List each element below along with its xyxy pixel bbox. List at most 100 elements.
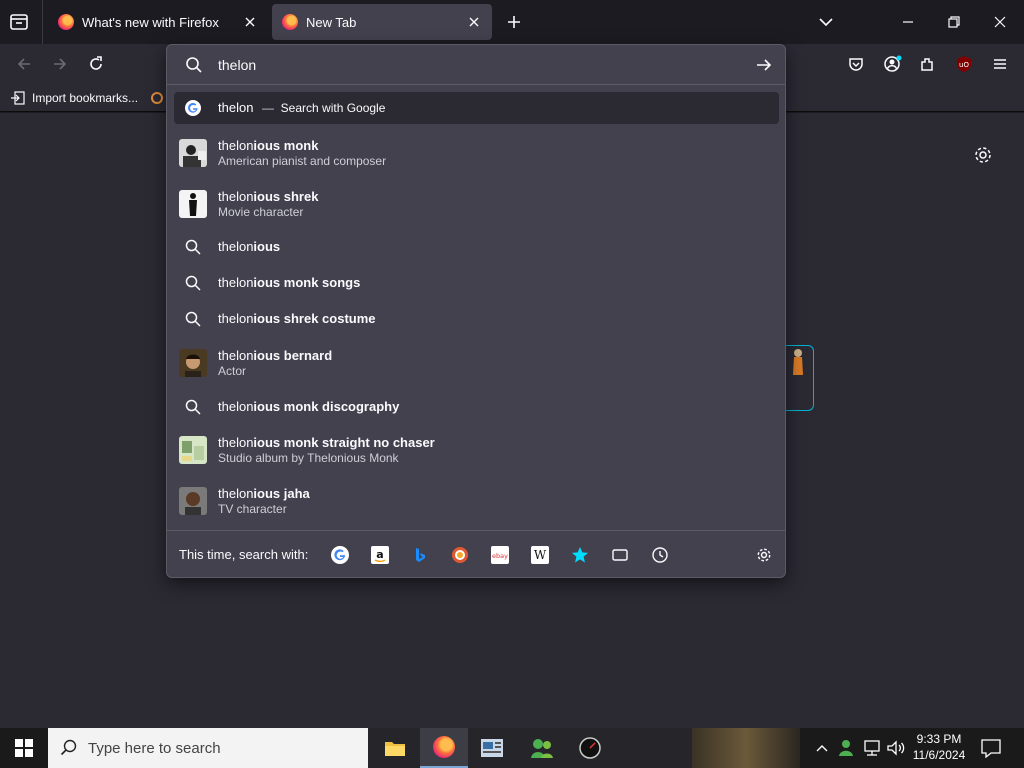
tab-whats-new[interactable]: What's new with Firefox <box>48 4 268 40</box>
new-tab-plus-icon[interactable] <box>504 12 524 32</box>
file-explorer-icon[interactable] <box>371 728 419 768</box>
restore-icon[interactable] <box>944 12 964 32</box>
show-hidden-icons-chevron-up-icon[interactable] <box>814 740 830 756</box>
tab-title: New Tab <box>306 14 357 30</box>
suggestion-item[interactable]: thelonious jaha TV character <box>174 482 779 520</box>
suggestion-item[interactable]: thelonious monk straight no chaser Studi… <box>174 431 779 469</box>
suggestion-description: Movie character <box>218 204 304 219</box>
search-icon <box>60 739 78 757</box>
ublock-origin-icon[interactable]: uO <box>954 54 974 74</box>
svg-text:uO: uO <box>959 61 969 69</box>
suggestion-item[interactable]: thelonious bernard Actor <box>174 344 779 382</box>
amazon-engine-icon[interactable]: a <box>370 545 390 565</box>
tab-close-icon[interactable] <box>242 14 258 30</box>
notifications-icon[interactable] <box>980 738 1002 758</box>
search-icon <box>179 269 207 297</box>
completion-text: ious monk straight no chaser <box>253 434 435 450</box>
typed-text: thelon <box>218 399 254 414</box>
back-arrow-icon[interactable] <box>14 54 34 74</box>
ebay-engine-icon[interactable]: ebay <box>490 545 510 565</box>
history-clock-icon[interactable] <box>650 545 670 565</box>
search-action-label: Search with Google <box>280 101 386 115</box>
suggestion-item[interactable]: thelonious monk American pianist and com… <box>174 134 779 172</box>
suggestion-item[interactable]: thelonious monk songs <box>174 269 779 297</box>
typed-text: thelon <box>218 137 254 153</box>
completion-text: ious <box>253 239 281 254</box>
suggestion-search-google[interactable]: thelon — Search with Google <box>174 92 779 124</box>
taskbar-search-box[interactable]: Type here to search <box>48 728 368 768</box>
firefox-taskbar-icon[interactable] <box>420 728 468 768</box>
photo-thumbnail <box>179 139 207 167</box>
typed-text: thelon <box>218 311 254 326</box>
network-icon[interactable] <box>862 739 882 757</box>
urlbar[interactable]: thelon <box>167 45 785 85</box>
clock-date: 11/6/2024 <box>912 748 966 762</box>
suggestion-item[interactable]: thelonious monk discography <box>174 393 779 421</box>
go-arrow-icon[interactable] <box>755 56 773 74</box>
list-all-tabs-chevron-icon[interactable] <box>816 14 836 30</box>
firefox-logo-icon <box>58 14 74 30</box>
svg-text:W: W <box>534 548 547 562</box>
reload-icon[interactable] <box>86 54 106 74</box>
extensions-icon[interactable] <box>918 54 938 74</box>
typed-text: thelon <box>218 188 254 204</box>
suggestion-description: TV character <box>218 501 287 516</box>
completion-text: ious monk discography <box>253 399 400 414</box>
divider <box>42 0 43 44</box>
firefox-view-icon[interactable] <box>8 12 30 32</box>
hamburger-menu-icon[interactable] <box>990 54 1010 74</box>
tabs-icon[interactable] <box>610 545 630 565</box>
tab-title: What's new with Firefox <box>82 14 219 30</box>
google-engine-icon[interactable] <box>330 545 350 565</box>
bing-engine-icon[interactable] <box>410 545 430 565</box>
news-app-icon[interactable] <box>468 728 516 768</box>
suggestion-description: Studio album by Thelonious Monk <box>218 450 399 465</box>
duckduckgo-engine-icon[interactable] <box>450 545 470 565</box>
typed-text: thelon <box>218 100 254 115</box>
completion-text: ious bernard <box>253 347 333 363</box>
completion-text: ious monk songs <box>253 275 361 290</box>
clock-app-icon[interactable] <box>566 728 614 768</box>
completion-text: ious shrek costume <box>253 311 376 326</box>
one-off-search-bar: This time, search with: a ebay W <box>167 530 785 578</box>
suggestion-description: Actor <box>218 363 247 378</box>
close-window-icon[interactable] <box>990 12 1010 32</box>
wikipedia-engine-icon[interactable]: W <box>530 545 550 565</box>
account-icon[interactable] <box>882 54 904 74</box>
urlbar-input[interactable]: thelon <box>218 57 755 73</box>
import-bookmarks-button[interactable]: Import bookmarks... <box>10 90 138 106</box>
google-icon <box>179 94 207 122</box>
typed-text: thelon <box>218 347 254 363</box>
suggestion-item[interactable]: thelonious shrek costume <box>174 305 779 333</box>
silhouette-thumbnail <box>179 190 207 218</box>
search-settings-gear-icon[interactable] <box>755 546 773 564</box>
svg-text:a: a <box>377 548 384 561</box>
urlbar-dropdown: thelon thelon — Search with Google thelo… <box>166 44 786 578</box>
separator-dash: — <box>262 101 275 115</box>
forward-arrow-icon[interactable] <box>50 54 70 74</box>
import-bookmarks-label: Import bookmarks... <box>32 91 139 105</box>
typed-text: thelon <box>218 275 254 290</box>
one-off-label: This time, search with: <box>179 547 309 562</box>
import-icon <box>10 90 26 106</box>
minimize-icon[interactable] <box>898 12 918 32</box>
suggestion-item[interactable]: thelonious <box>174 233 779 261</box>
search-icon <box>185 56 203 74</box>
bookmark-favicon-icon[interactable] <box>150 90 164 106</box>
tab-strip: What's new with Firefox New Tab <box>0 0 1024 44</box>
tab-close-icon[interactable] <box>466 14 482 30</box>
start-windows-icon[interactable] <box>0 728 48 768</box>
messenger-app-icon[interactable] <box>518 728 566 768</box>
bookmarks-star-icon[interactable] <box>570 545 590 565</box>
volume-icon[interactable] <box>886 739 906 757</box>
taskbar-clock[interactable]: 9:33 PM 11/6/2024 <box>906 731 972 765</box>
completion-text: ious shrek <box>253 188 319 204</box>
people-tray-icon[interactable] <box>836 738 856 758</box>
suggestion-item[interactable]: thelonious shrek Movie character <box>174 185 779 223</box>
tab-new-tab[interactable]: New Tab <box>272 4 492 40</box>
typed-text: thelon <box>218 239 254 254</box>
taskbar-wallpaper-strip <box>692 728 800 768</box>
personalize-gear-icon[interactable] <box>972 144 994 166</box>
photo-thumbnail <box>179 487 207 515</box>
pocket-icon[interactable] <box>846 54 866 74</box>
